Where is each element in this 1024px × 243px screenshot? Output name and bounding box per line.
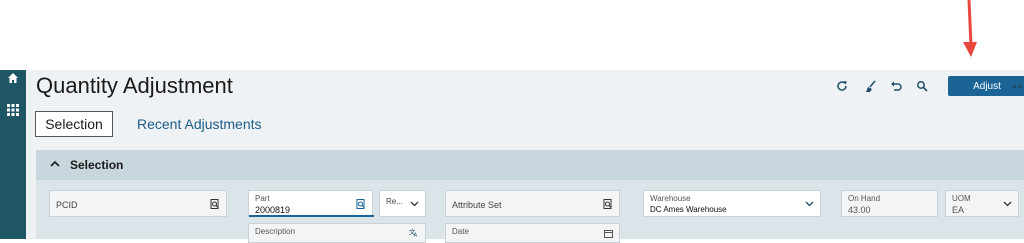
warehouse-value: DC Ames Warehouse [650,205,727,214]
pcid-field[interactable]: PCID [49,190,227,217]
calendar-icon[interactable] [603,228,613,238]
page-title: Quantity Adjustment [36,73,233,98]
uom-chevron-down-icon[interactable] [1002,199,1012,209]
revision-select[interactable]: Re... [379,190,426,217]
top-blank-area [0,0,1024,70]
attribute-set-placeholder: Attribute Set [452,200,502,210]
revision-placeholder: Re... [386,197,403,206]
tab-selection[interactable]: Selection [35,111,113,137]
tab-recent-adjustments[interactable]: Recent Adjustments [137,116,262,132]
part-focus-underline [249,215,374,217]
warehouse-chevron-down-icon[interactable] [804,199,814,209]
chevron-down-icon[interactable] [409,199,419,209]
apps-grid-icon[interactable] [5,102,21,118]
on-hand-value: 43.00 [848,205,871,215]
uom-value: EA [952,205,965,215]
description-field[interactable]: Description 文A [248,223,426,243]
chevron-up-icon[interactable] [50,160,60,171]
uom-label: UOM [952,194,971,203]
selection-panel-title: Selection [70,158,124,172]
uom-select[interactable]: UOM EA [945,190,1019,217]
warehouse-select[interactable]: Warehouse DC Ames Warehouse [643,190,821,217]
selection-panel: Selection PCID Part 2000819 Re... Attrib… [36,150,1024,243]
part-value: 2000819 [255,205,291,215]
pcid-placeholder: PCID [56,200,78,210]
part-search-icon[interactable] [356,199,366,209]
attribute-set-field[interactable]: Attribute Set [445,190,620,217]
undo-icon[interactable] [889,79,903,93]
search-doc-icon[interactable] [210,199,220,209]
translate-icon[interactable]: 文A [409,227,419,237]
main-content: Quantity Adjustment Adjust ••• Selection… [26,70,1024,243]
home-icon[interactable] [5,70,21,86]
search-icon[interactable] [915,79,929,93]
svg-text:A: A [414,233,418,237]
on-hand-field: On Hand 43.00 [841,190,938,217]
part-field[interactable]: Part 2000819 [248,190,374,217]
sidebar [0,70,26,239]
clear-brush-icon[interactable] [863,79,877,93]
date-label: Date [452,227,469,236]
part-label: Part [255,194,270,203]
selection-panel-header[interactable]: Selection [36,150,1024,180]
description-label: Description [255,227,296,236]
more-options-icon[interactable]: ••• [1012,78,1024,94]
warehouse-label: Warehouse [650,194,691,203]
attribute-search-icon[interactable] [603,199,613,209]
on-hand-label: On Hand [848,194,881,203]
refresh-icon[interactable] [835,79,849,93]
date-field[interactable]: Date [445,223,620,243]
red-arrow-annotation [963,0,977,57]
